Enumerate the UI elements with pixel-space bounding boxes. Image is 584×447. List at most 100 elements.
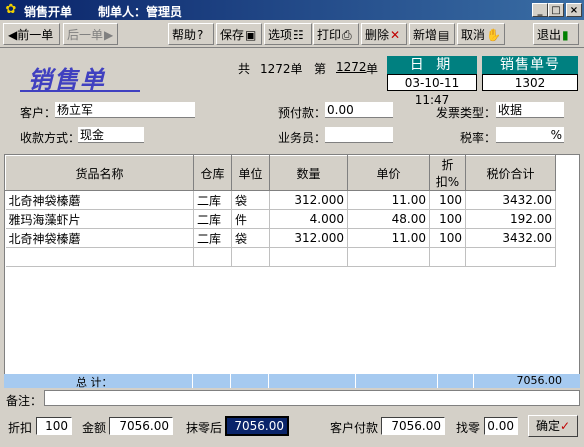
- date-header: 日 期: [387, 56, 477, 74]
- totals-divider: [437, 374, 438, 388]
- delete-x-icon: ✕: [390, 28, 401, 42]
- discount-field[interactable]: 100: [36, 417, 72, 435]
- col-header-qty[interactable]: 数量: [269, 155, 348, 191]
- cell-unit[interactable]: 件: [231, 209, 270, 229]
- cell-empty[interactable]: [347, 247, 430, 267]
- payment-method-label: 收款方式：: [20, 131, 81, 145]
- print-button[interactable]: 打印⎙: [313, 23, 359, 45]
- close-button[interactable]: ×: [566, 3, 582, 17]
- minimize-button[interactable]: _: [532, 3, 548, 17]
- current-order-number[interactable]: 1272: [336, 60, 367, 74]
- cell-price[interactable]: 48.00: [347, 209, 430, 229]
- cell-empty[interactable]: [429, 247, 466, 267]
- cell-discount[interactable]: 100: [429, 228, 466, 248]
- col-header-total[interactable]: 税价合计: [465, 155, 556, 191]
- cell-name[interactable]: 北奇神袋榛蘑: [5, 190, 194, 210]
- cell-empty[interactable]: [465, 247, 556, 267]
- order-no-value: 1302: [482, 74, 578, 91]
- total-value: 7056.00: [516, 374, 563, 387]
- table-header-row: 货品名称 仓库 单位 数量 单价 折扣% 税价合计: [5, 155, 556, 191]
- left-arrow-icon: ◀: [8, 28, 18, 42]
- col-header-unit[interactable]: 单位: [231, 155, 270, 191]
- next-order-button[interactable]: 后一单▶: [63, 23, 118, 45]
- delete-button[interactable]: 删除✕: [361, 23, 407, 45]
- cell-discount[interactable]: 100: [429, 190, 466, 210]
- cell-warehouse[interactable]: 二库: [193, 190, 232, 210]
- col-header-name[interactable]: 货品名称: [5, 155, 194, 191]
- col-header-warehouse[interactable]: 仓库: [193, 155, 232, 191]
- cell-price[interactable]: 11.00: [347, 228, 430, 248]
- totals-divider: [268, 374, 269, 388]
- add-button[interactable]: 新增▤: [409, 23, 455, 45]
- remark-field[interactable]: [44, 390, 580, 406]
- cell-warehouse[interactable]: 二库: [193, 228, 232, 248]
- save-button[interactable]: 保存▣: [216, 23, 262, 45]
- totals-divider: [473, 374, 474, 388]
- remark-label: 备注：: [6, 394, 43, 408]
- right-arrow-icon: ▶: [104, 28, 114, 42]
- help-button[interactable]: 帮助?: [168, 23, 214, 45]
- hand-icon: ✋: [486, 28, 501, 42]
- table-row[interactable]: 雅玛海藻虾片 二库 件 4.000 48.00 100 192.00: [5, 209, 556, 229]
- printer-icon: ⎙: [342, 28, 352, 42]
- options-label: 选项: [268, 28, 293, 42]
- total-orders: 1272单: [260, 62, 303, 76]
- amount-field[interactable]: 7056.00: [109, 417, 173, 435]
- cell-name[interactable]: 北奇神袋榛蘑: [5, 228, 194, 248]
- cancel-button[interactable]: 取消✋: [457, 23, 505, 45]
- customer-field[interactable]: 杨立军: [55, 102, 195, 118]
- cell-name[interactable]: 雅玛海藻虾片: [5, 209, 194, 229]
- logo-underline: [20, 90, 140, 92]
- cell-price[interactable]: 11.00: [347, 190, 430, 210]
- title-bar: ✿ 销售开单 制单人：管理员 _ □ ×: [0, 0, 584, 20]
- exit-door-icon: ▮: [562, 28, 569, 42]
- options-icon: ☷: [293, 28, 304, 42]
- di-label: 第: [314, 62, 327, 76]
- change-field[interactable]: 0.00: [484, 417, 518, 435]
- prev-order-button[interactable]: ◀前一单: [3, 23, 60, 45]
- help-icon: ?: [197, 28, 204, 42]
- next-label: 后一单: [67, 28, 104, 42]
- exit-button[interactable]: 退出▮: [533, 23, 579, 45]
- maximize-button[interactable]: □: [548, 3, 564, 17]
- exit-label: 退出: [537, 28, 562, 42]
- totals-divider: [192, 374, 193, 388]
- invoice-type-label: 发票类型：: [436, 106, 497, 120]
- options-button[interactable]: 选项☷: [264, 23, 312, 45]
- amount-label: 金额: [82, 421, 107, 435]
- totals-divider: [355, 374, 356, 388]
- col-header-price[interactable]: 单价: [347, 155, 430, 191]
- table-row-empty[interactable]: [5, 247, 556, 267]
- tax-rate-label: 税率：: [460, 131, 497, 145]
- cell-unit[interactable]: 袋: [231, 228, 270, 248]
- gong-label: 共: [238, 62, 251, 76]
- cell-total[interactable]: 3432.00: [465, 190, 556, 210]
- cell-qty[interactable]: 312.000: [269, 190, 348, 210]
- after-round-field[interactable]: 7056.00: [225, 416, 289, 436]
- confirm-button[interactable]: 确定✓: [528, 415, 578, 437]
- prepay-field[interactable]: 0.00: [325, 102, 393, 118]
- cell-total[interactable]: 3432.00: [465, 228, 556, 248]
- cell-qty[interactable]: 4.000: [269, 209, 348, 229]
- invoice-type-field[interactable]: 收据: [496, 102, 564, 118]
- table-row[interactable]: 北奇神袋榛蘑 二库 袋 312.000 11.00 100 3432.00: [5, 190, 556, 210]
- cell-empty[interactable]: [231, 247, 270, 267]
- totals-row: 总 计： 7056.00: [4, 374, 580, 389]
- salesman-field[interactable]: [325, 127, 393, 143]
- cell-unit[interactable]: 袋: [231, 190, 270, 210]
- cell-warehouse[interactable]: 二库: [193, 209, 232, 229]
- maker-label: 制单人：管理员: [98, 5, 183, 19]
- items-grid[interactable]: 货品名称 仓库 单位 数量 单价 折扣% 税价合计 北奇神袋榛蘑 二库 袋 31…: [4, 154, 580, 388]
- customer-label: 客户：: [20, 106, 57, 120]
- cell-qty[interactable]: 312.000: [269, 228, 348, 248]
- col-header-discount[interactable]: 折扣%: [429, 155, 466, 191]
- customer-pay-field[interactable]: 7056.00: [381, 417, 445, 435]
- tax-rate-field[interactable]: %: [496, 127, 564, 143]
- payment-method-field[interactable]: 现金: [78, 127, 144, 143]
- table-row[interactable]: 北奇神袋榛蘑 二库 袋 312.000 11.00 100 3432.00: [5, 228, 556, 248]
- cell-empty[interactable]: [193, 247, 232, 267]
- cell-discount[interactable]: 100: [429, 209, 466, 229]
- cell-empty[interactable]: [269, 247, 348, 267]
- cell-total[interactable]: 192.00: [465, 209, 556, 229]
- cell-empty[interactable]: [5, 247, 194, 267]
